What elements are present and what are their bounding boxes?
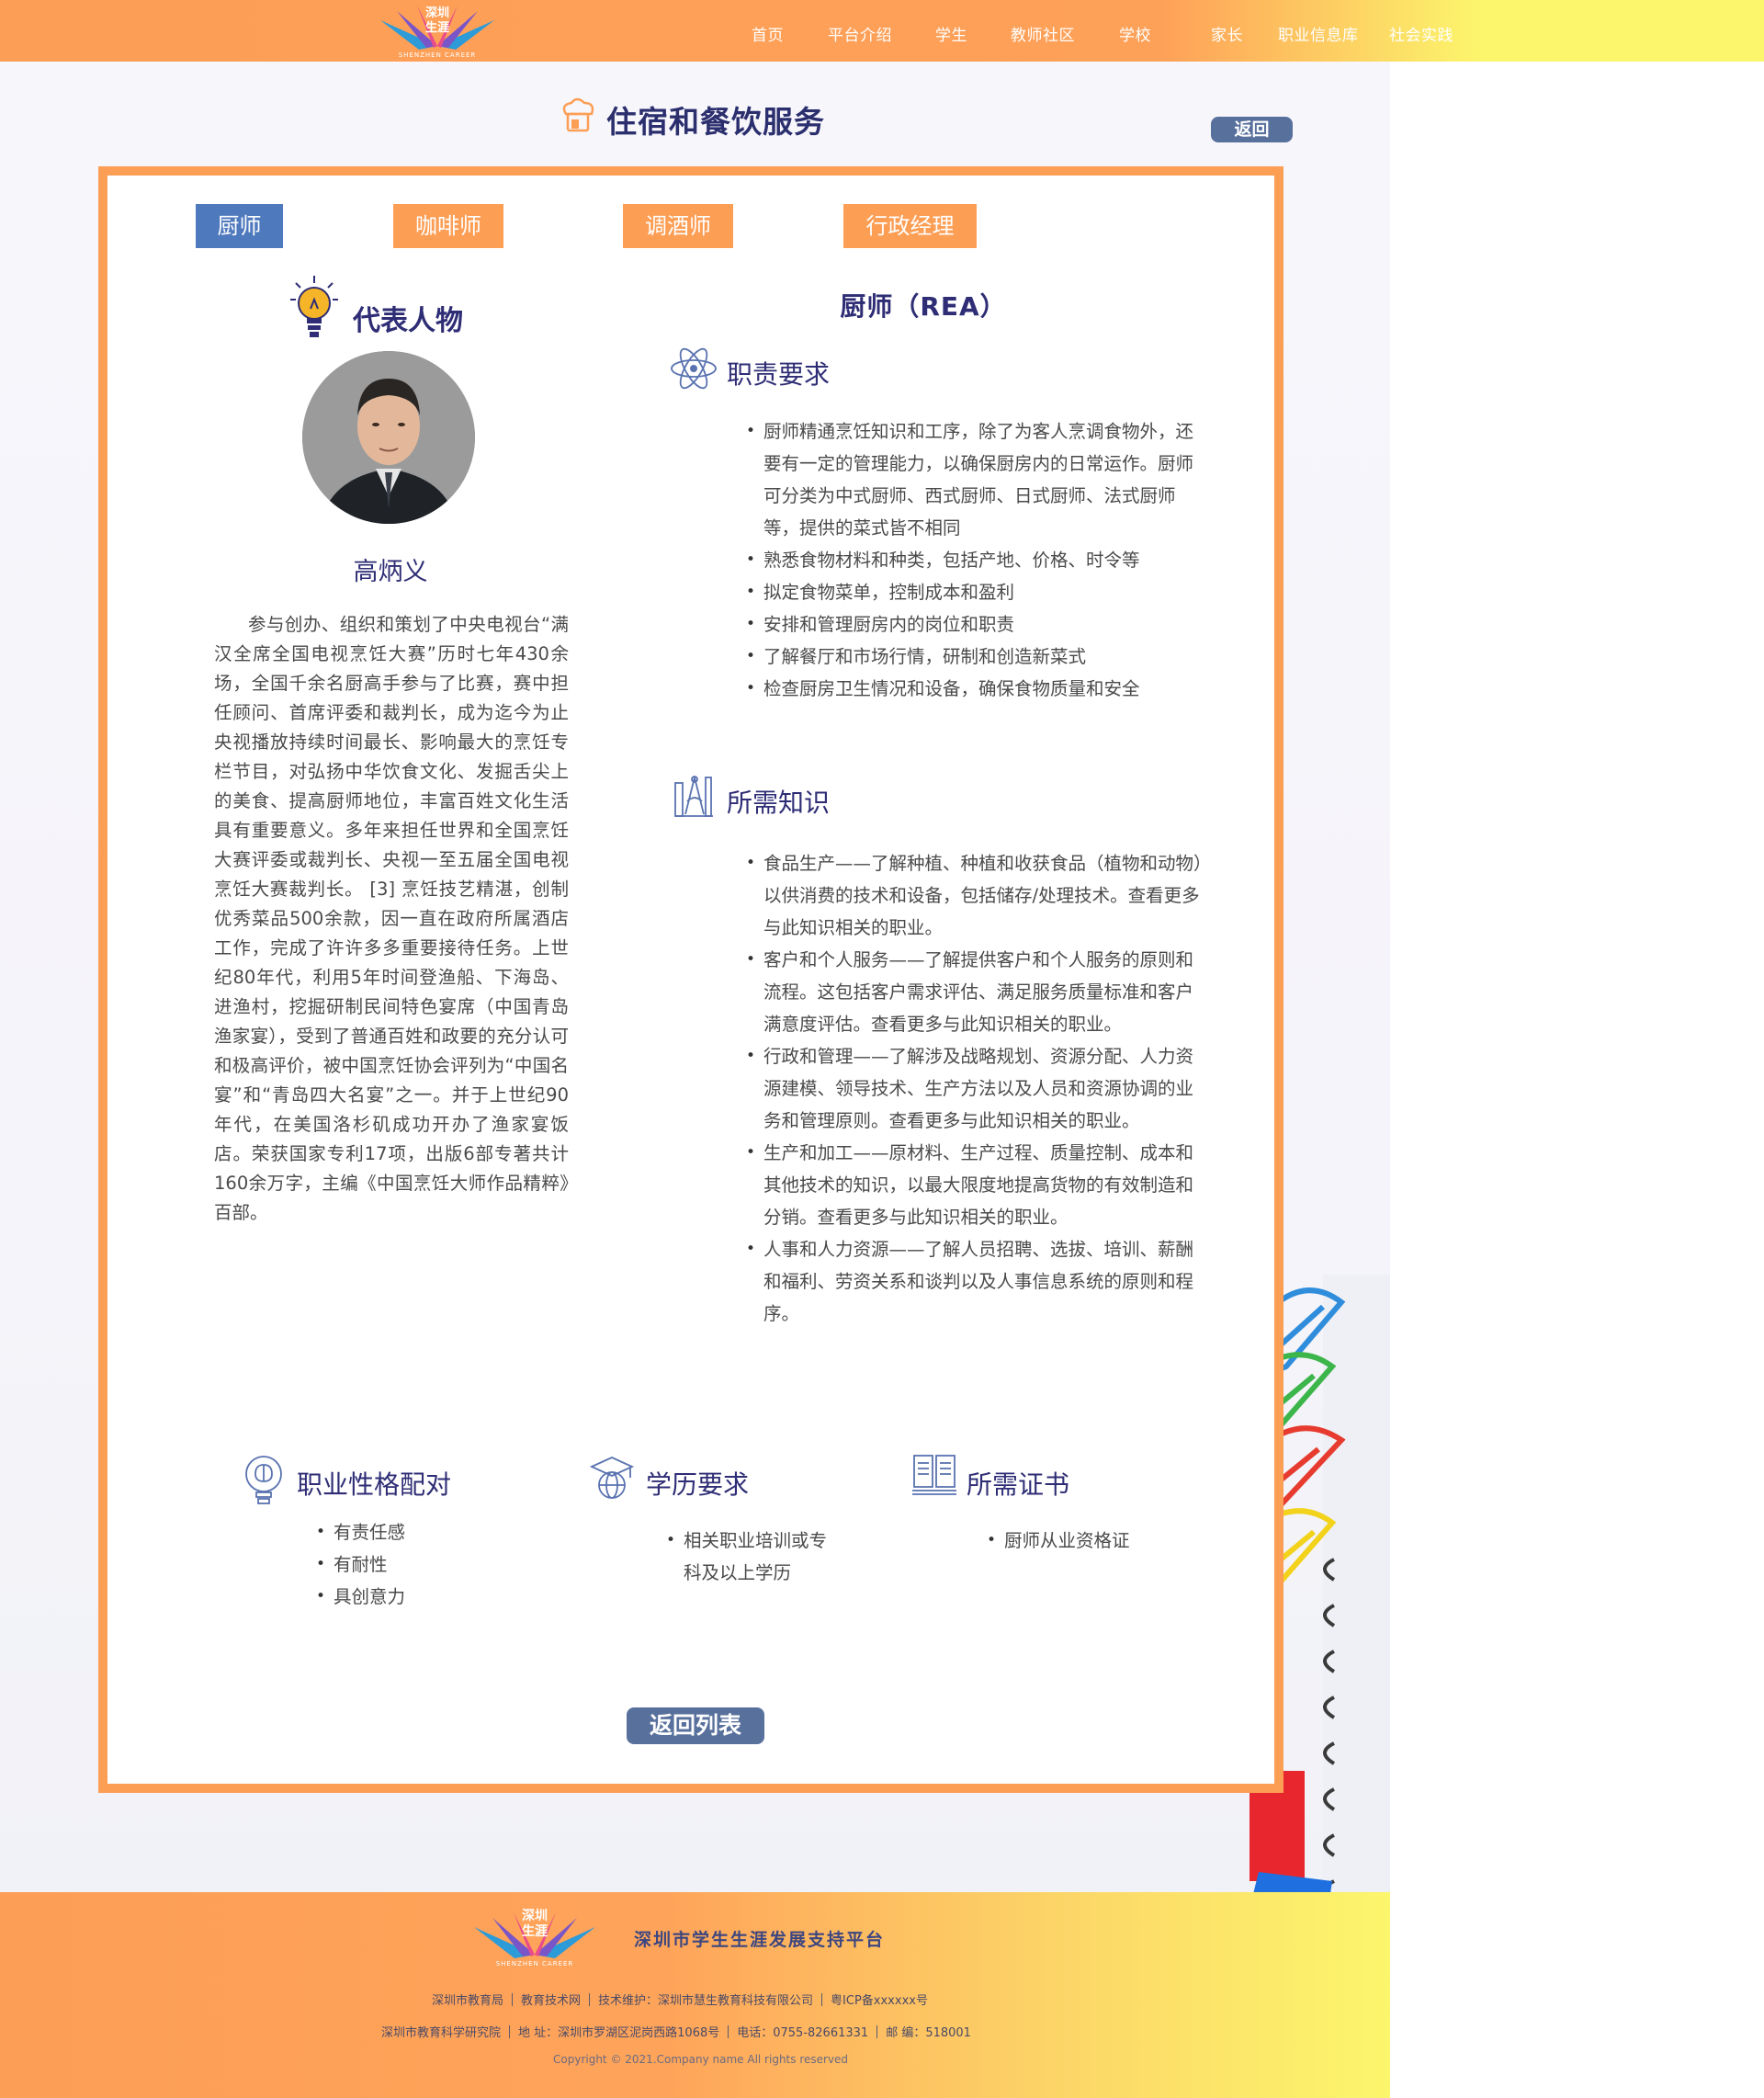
brain-bulb-icon — [245, 1456, 282, 1504]
return-to-list-button[interactable]: 返回列表 — [627, 1707, 764, 1744]
back-button[interactable]: 返回 — [1211, 117, 1293, 142]
education-list: 相关职业培训或专科及以上学历 — [665, 1525, 831, 1589]
list-item: 厨师从业资格证 — [986, 1525, 1225, 1557]
list-item: 生产和加工——原材料、生产过程、质量控制、成本和其他技术的知识，以最大限度地提高… — [745, 1137, 1204, 1233]
knowledge-heading: 所需知识 — [727, 788, 831, 818]
site-logo[interactable]: 深圳 生涯 SHENZHEN CAREER — [375, 4, 500, 59]
footer-copyright: Copyright © 2021.Company name All rights… — [553, 2053, 849, 2066]
footer-text: 粤ICP备xxxxxx号 — [831, 1994, 928, 2008]
footer-text: 技术维护：深圳市慧生教育科技有限公司 — [598, 1994, 814, 2008]
footer-logo: 深圳 生涯 SHENZHEN CAREER — [474, 1908, 595, 1968]
nav-career-database[interactable]: 职业信息库 — [1278, 22, 1359, 45]
footer-link[interactable]: 教育技术网 — [521, 1994, 581, 2008]
page-title: 住宿和餐饮服务 — [606, 104, 825, 140]
svg-text:SHENZHEN CAREER: SHENZHEN CAREER — [399, 51, 477, 59]
drafting-tools-icon — [674, 776, 713, 817]
list-item: 拟定食物菜单，控制成本和盈利 — [745, 576, 1204, 608]
svg-text:生涯: 生涯 — [425, 20, 449, 35]
list-item: 食品生产——了解种植、种植和收获食品（植物和动物）以供消费的技术和设备，包括储存… — [745, 847, 1204, 944]
list-item: 具创意力 — [315, 1581, 517, 1613]
certificates-heading: 所需证书 — [967, 1469, 1070, 1500]
list-item: 熟悉食物材料和种类，包括产地、价格、时令等 — [745, 544, 1204, 576]
svg-text:深圳: 深圳 — [522, 1908, 548, 1923]
atom-icon — [671, 347, 717, 390]
tab-bartender[interactable]: 调酒师 — [623, 204, 733, 248]
list-item: 厨师精通烹饪知识和工序，除了为客人烹调食物外，还要有一定的管理能力，以确保厨房内… — [745, 415, 1204, 544]
nav-parents[interactable]: 家长 — [1211, 22, 1243, 45]
open-book-icon — [912, 1455, 956, 1495]
list-item: 人事和人力资源——了解人员招聘、选拔、培训、薪酬和福利、劳资关系和谈判以及人事信… — [745, 1233, 1204, 1330]
nav-social-practice[interactable]: 社会实践 — [1389, 22, 1453, 45]
nav-schools[interactable]: 学校 — [1119, 22, 1151, 45]
svg-text:SHENZHEN CAREER: SHENZHEN CAREER — [496, 1960, 574, 1968]
list-item: 了解餐厅和市场行情，研制和创造新菜式 — [745, 641, 1204, 673]
footer-address: 地 址：深圳市罗湖区泥岗西路1068号 — [518, 2026, 720, 2040]
education-heading: 学历要求 — [646, 1469, 750, 1500]
list-item: 有耐性 — [315, 1548, 517, 1581]
list-item: 客户和个人服务——了解提供客户和个人服务的原则和流程。这包括客户需求评估、满足服… — [745, 944, 1204, 1040]
list-item: 安排和管理厨房内的岗位和职责 — [745, 608, 1204, 641]
job-title: 厨师（REA） — [840, 291, 1007, 322]
footer-contact-row: 深圳市教育科学研究院 地 址：深圳市罗湖区泥岗西路1068号 电话：0755-826… — [381, 2023, 971, 2040]
certificates-list: 厨师从业资格证 — [986, 1525, 1225, 1557]
nav-teacher-community[interactable]: 教师社区 — [1011, 22, 1075, 45]
nav-students[interactable]: 学生 — [935, 22, 967, 45]
footer-links-row: 深圳市教育局 教育技术网 技术维护：深圳市慧生教育科技有限公司 粤ICP备xxxxxx… — [432, 1990, 928, 2008]
chef-hat-icon — [562, 97, 594, 132]
footer-link[interactable]: 深圳市教育科学研究院 — [381, 2026, 501, 2040]
footer-link[interactable]: 深圳市教育局 — [432, 1994, 503, 2008]
duties-heading: 职责要求 — [727, 359, 831, 390]
list-item: 有责任感 — [315, 1516, 517, 1548]
personality-list: 有责任感 有耐性 具创意力 — [315, 1516, 517, 1613]
nav-platform-intro[interactable]: 平台介绍 — [828, 22, 892, 45]
tab-chef[interactable]: 厨师 — [196, 204, 283, 248]
svg-text:生涯: 生涯 — [522, 1923, 548, 1939]
footer-postcode: 邮 编：518001 — [886, 2026, 971, 2040]
list-item: 检查厨房卫生情况和设备，确保食物质量和安全 — [745, 673, 1204, 705]
nav-home[interactable]: 首页 — [752, 22, 784, 45]
person-biography: 参与创办、组织和策划了中央电视台“满汉全席全国电视烹饪大赛”历时七年430余场，… — [214, 614, 569, 1223]
footer-phone: 电话：0755-82661331 — [737, 2026, 869, 2040]
personality-heading: 职业性格配对 — [297, 1469, 452, 1500]
footer-platform-name: 深圳市学生生涯发展支持平台 — [634, 1930, 886, 1950]
tab-administrative-manager[interactable]: 行政经理 — [843, 204, 977, 248]
tab-barista[interactable]: 咖啡师 — [393, 204, 503, 248]
duties-list: 厨师精通烹饪知识和工序，除了为客人烹调食物外，还要有一定的管理能力，以确保厨房内… — [745, 415, 1204, 705]
list-item: 行政和管理——了解涉及战略规划、资源分配、人力资源建模、领导技术、生产方法以及人… — [745, 1040, 1204, 1137]
lightbulb-icon — [290, 276, 338, 337]
person-portrait — [302, 351, 475, 524]
knowledge-list: 食品生产——了解种植、种植和收获食品（植物和动物）以供消费的技术和设备，包括储存… — [745, 847, 1204, 1330]
footer-blank-area — [1390, 1892, 1764, 2098]
svg-text:深圳: 深圳 — [425, 6, 449, 20]
graduation-globe-icon — [589, 1457, 635, 1499]
representative-person-heading: 代表人物 — [353, 305, 463, 337]
person-name: 高炳义 — [353, 558, 428, 586]
list-item: 相关职业培训或专科及以上学历 — [665, 1525, 831, 1589]
